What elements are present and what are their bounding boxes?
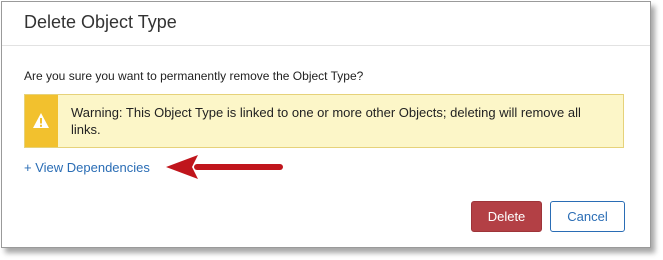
confirmation-question: Are you sure you want to permanently rem… bbox=[24, 69, 364, 83]
warning-text: Warning: This Object Type is linked to o… bbox=[71, 105, 581, 137]
dialog-title: Delete Object Type bbox=[24, 12, 177, 32]
warning-icon bbox=[33, 113, 49, 128]
delete-button[interactable]: Delete bbox=[471, 201, 542, 232]
red-arrow-left-icon bbox=[166, 155, 283, 179]
warning-banner: Warning: This Object Type is linked to o… bbox=[24, 94, 624, 148]
view-dependencies-link[interactable]: + View Dependencies bbox=[24, 160, 150, 175]
warning-strip bbox=[25, 95, 58, 147]
delete-object-type-dialog: Delete Object Type Are you sure you want… bbox=[1, 1, 651, 248]
dialog-header: Delete Object Type bbox=[2, 2, 650, 46]
cancel-button[interactable]: Cancel bbox=[550, 201, 625, 232]
